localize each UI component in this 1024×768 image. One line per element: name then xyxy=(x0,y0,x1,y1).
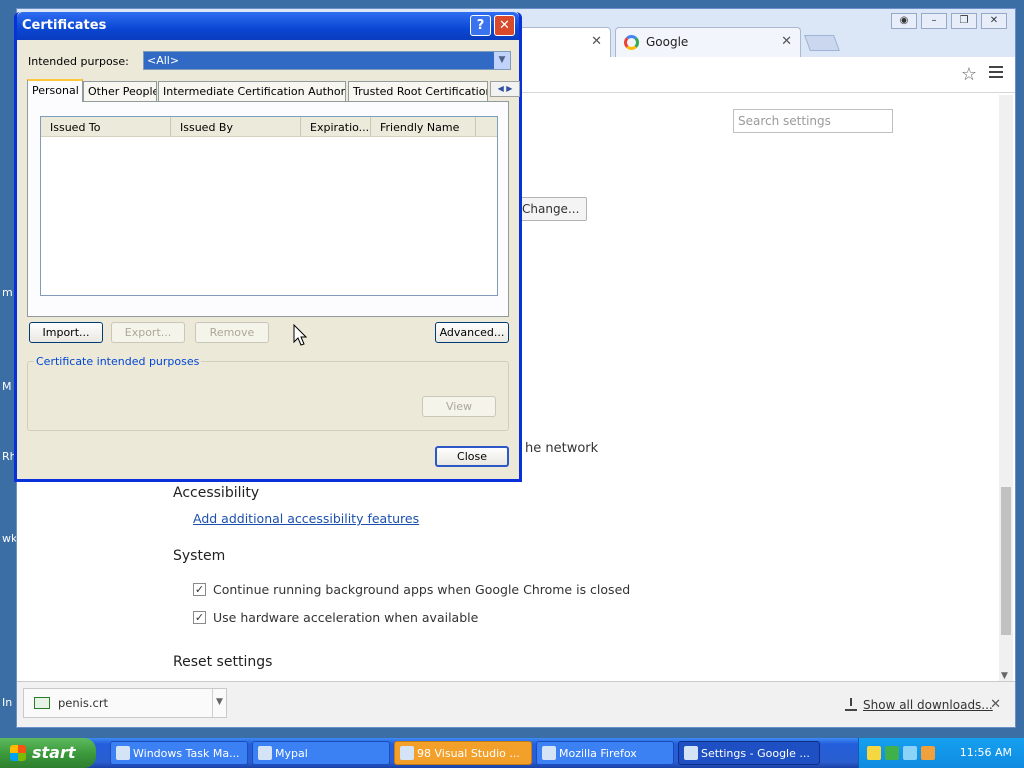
taskbar-mypal[interactable]: Mypal xyxy=(252,741,390,765)
system-tray: 11:56 AM xyxy=(858,738,1024,768)
column-issued-to[interactable]: Issued To xyxy=(41,117,171,136)
chevron-down-icon[interactable]: ▼ xyxy=(494,52,510,69)
accessibility-title: Accessibility xyxy=(173,485,260,501)
remove-button[interactable]: Remove xyxy=(195,322,269,343)
dialog-title: Certificates xyxy=(22,18,107,33)
window-controls: ◉ – ❐ ✕ xyxy=(891,13,1007,29)
new-tab-button[interactable] xyxy=(804,35,840,51)
scroll-down-icon[interactable]: ▼ xyxy=(1001,671,1008,681)
tab-scroll-arrows-icon[interactable]: ◀ ▶ xyxy=(490,81,520,97)
user-icon[interactable]: ◉ xyxy=(891,13,917,29)
certificate-list[interactable]: Issued To Issued By Expiratio... Friendl… xyxy=(40,116,498,296)
close-button[interactable]: Close xyxy=(435,446,509,467)
tab-settings[interactable]: ✕ xyxy=(507,27,611,57)
close-icon[interactable]: ✕ xyxy=(990,697,1001,712)
tab-other-people[interactable]: Other People xyxy=(83,81,157,101)
select-value: <All> xyxy=(147,54,180,67)
scrollbar[interactable]: ▼ xyxy=(999,95,1013,681)
minimize-button[interactable]: – xyxy=(921,13,947,29)
tab-label: Google xyxy=(646,35,689,49)
change-button[interactable]: Change... xyxy=(511,197,587,221)
windows-logo-icon xyxy=(10,745,26,761)
tab-trusted-root[interactable]: Trusted Root Certification xyxy=(348,81,488,101)
column-friendly-name[interactable]: Friendly Name xyxy=(371,117,476,136)
mouse-cursor-icon xyxy=(293,324,307,346)
hardware-acceleration-option[interactable]: ✓ Use hardware acceleration when availab… xyxy=(193,610,478,625)
maximize-button[interactable]: ❐ xyxy=(951,13,977,29)
menu-icon[interactable] xyxy=(989,66,1003,81)
task-label: 98 Visual Studio ... xyxy=(417,747,520,760)
download-item[interactable]: penis.crt ▼ xyxy=(23,688,227,718)
tab-google[interactable]: Google ✕ xyxy=(615,27,801,57)
chevron-down-icon[interactable]: ▼ xyxy=(212,689,226,717)
checkbox[interactable]: ✓ xyxy=(193,611,206,624)
advanced-button[interactable]: Advanced... xyxy=(435,322,509,343)
certificates-dialog: Certificates ? ✕ Intended purpose: <All>… xyxy=(14,12,522,482)
clock: 11:56 AM xyxy=(959,746,1012,759)
firefox-icon xyxy=(542,746,556,760)
network-text: he network xyxy=(525,441,599,456)
search-icon[interactable] xyxy=(921,746,935,760)
desktop-label: m xyxy=(2,286,13,299)
network-icon[interactable] xyxy=(885,746,899,760)
start-label: start xyxy=(32,743,76,762)
bookmark-star-icon[interactable]: ☆ xyxy=(961,64,977,85)
mypal-icon xyxy=(258,746,272,760)
column-expiration[interactable]: Expiratio... xyxy=(301,117,371,136)
volume-icon[interactable] xyxy=(903,746,917,760)
dialog-titlebar[interactable]: Certificates ? ✕ xyxy=(17,12,519,40)
desktop-label: M xyxy=(2,380,12,393)
show-all-downloads-link[interactable]: Show all downloads... xyxy=(845,698,993,712)
task-label: Windows Task Ma... xyxy=(133,747,240,760)
taskbar-chrome-settings[interactable]: Settings - Google ... xyxy=(678,741,820,765)
tab-personal[interactable]: Personal xyxy=(27,79,83,102)
option-label: Continue running background apps when Go… xyxy=(213,582,631,597)
checkbox[interactable]: ✓ xyxy=(193,583,206,596)
view-button[interactable]: View xyxy=(422,396,496,417)
taskbar: start Windows Task Ma... Mypal 98 Visual… xyxy=(0,738,1024,768)
task-label: Mozilla Firefox xyxy=(559,747,637,760)
system-title: System xyxy=(173,548,226,564)
import-button[interactable]: Import... xyxy=(29,322,103,343)
group-label: Certificate intended purposes xyxy=(34,355,202,368)
show-all-label: Show all downloads... xyxy=(863,698,993,712)
certificate-file-icon xyxy=(34,697,50,709)
column-issued-by[interactable]: Issued By xyxy=(171,117,301,136)
visual-studio-icon xyxy=(400,746,414,760)
export-button[interactable]: Export... xyxy=(111,322,185,343)
start-button[interactable]: start xyxy=(0,738,96,768)
close-icon[interactable]: ✕ xyxy=(494,15,515,36)
search-settings-input[interactable]: Search settings xyxy=(733,109,893,133)
task-manager-icon xyxy=(116,746,130,760)
download-icon xyxy=(845,698,857,711)
tab-intermediate-ca[interactable]: Intermediate Certification Authorities xyxy=(158,81,346,101)
close-icon[interactable]: ✕ xyxy=(591,34,602,49)
scroll-thumb[interactable] xyxy=(1001,487,1011,635)
help-icon[interactable]: ? xyxy=(470,15,491,36)
chrome-icon xyxy=(684,746,698,760)
background-apps-option[interactable]: ✓ Continue running background apps when … xyxy=(193,582,630,597)
reset-title: Reset settings xyxy=(173,654,273,670)
close-window-button[interactable]: ✕ xyxy=(981,13,1007,29)
taskbar-task-manager[interactable]: Windows Task Ma... xyxy=(110,741,248,765)
tab-panel: Issued To Issued By Expiratio... Friendl… xyxy=(27,101,509,317)
download-filename: penis.crt xyxy=(58,696,109,710)
task-label: Settings - Google ... xyxy=(701,747,810,760)
accessibility-link[interactable]: Add additional accessibility features xyxy=(193,511,419,526)
task-label: Mypal xyxy=(275,747,308,760)
download-bar: penis.crt ▼ Show all downloads... ✕ xyxy=(17,681,1015,727)
option-label: Use hardware acceleration when available xyxy=(213,610,479,625)
intended-purpose-select[interactable]: <All> ▼ xyxy=(143,51,511,70)
taskbar-firefox[interactable]: Mozilla Firefox xyxy=(536,741,674,765)
close-icon[interactable]: ✕ xyxy=(781,34,792,49)
intended-purpose-label: Intended purpose: xyxy=(28,55,129,68)
list-header: Issued To Issued By Expiratio... Friendl… xyxy=(41,117,497,137)
google-icon xyxy=(624,35,639,50)
taskbar-visual-studio[interactable]: 98 Visual Studio ... xyxy=(394,741,532,765)
security-shield-icon[interactable] xyxy=(867,746,881,760)
desktop-label: In xyxy=(2,696,13,709)
intended-purposes-group: Certificate intended purposes View xyxy=(27,355,509,431)
